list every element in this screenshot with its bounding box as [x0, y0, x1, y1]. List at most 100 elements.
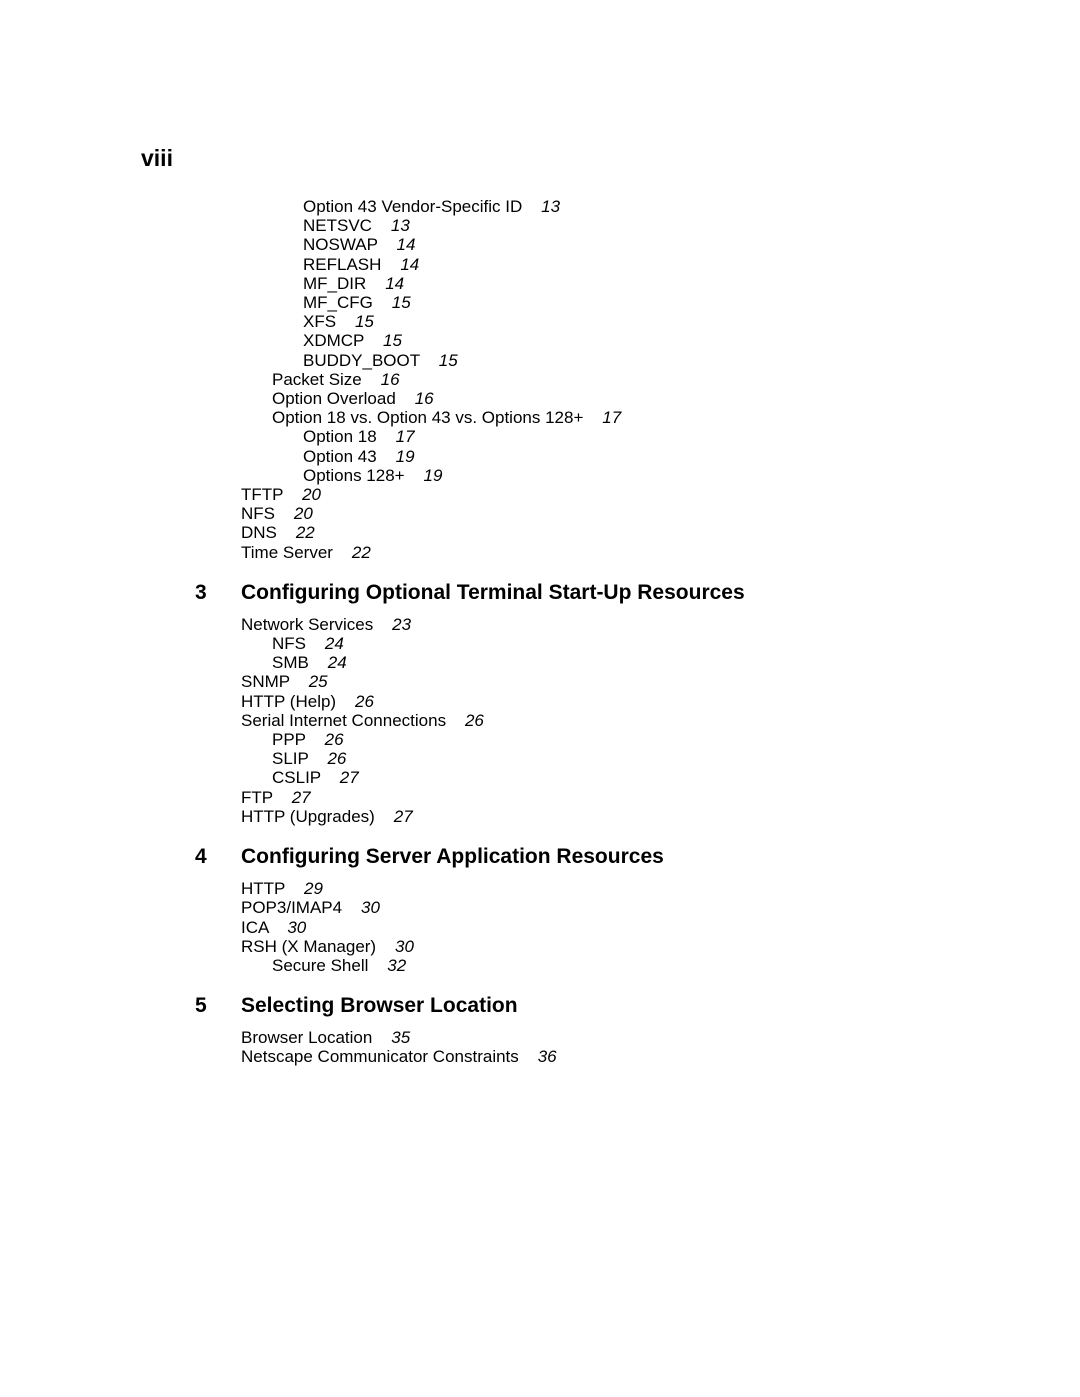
toc-entry-page: 13	[391, 216, 410, 235]
toc-entry: Serial Internet Connections 26	[241, 711, 941, 730]
toc-entry-label: XDMCP	[303, 331, 364, 350]
toc-entry: TFTP 20	[241, 485, 941, 504]
toc-entry-page: 16	[415, 389, 434, 408]
toc-entry-label: SNMP	[241, 672, 290, 691]
toc-section: 3Configuring Optional Terminal Start-Up …	[241, 581, 941, 826]
toc-entry-label: Option 43 Vendor-Specific ID	[303, 197, 522, 216]
toc-entry-page: 30	[395, 937, 414, 956]
toc-entry: SNMP 25	[241, 672, 941, 691]
toc-entry-label: CSLIP	[272, 768, 321, 787]
toc-entry-label: Netscape Communicator Constraints	[241, 1047, 519, 1066]
toc-entry: NOSWAP 14	[241, 235, 941, 254]
toc-entry-label: HTTP (Help)	[241, 692, 336, 711]
toc-entry: HTTP 29	[241, 879, 941, 898]
toc-entry-page: 30	[287, 918, 306, 937]
toc-entry-label: HTTP (Upgrades)	[241, 807, 375, 826]
toc-entry: Option Overload 16	[241, 389, 941, 408]
toc-entry: Option 43 19	[241, 447, 941, 466]
toc-entry-page: 27	[340, 768, 359, 787]
toc-entry-page: 15	[439, 351, 458, 370]
toc-entry-page: 19	[396, 447, 415, 466]
toc-section-entries: HTTP 29POP3/IMAP4 30ICA 30RSH (X Manager…	[241, 877, 941, 975]
toc-entry: HTTP (Help) 26	[241, 692, 941, 711]
toc-entry: FTP 27	[241, 788, 941, 807]
toc-entry-page: 15	[383, 331, 402, 350]
toc-entry-page: 14	[397, 235, 416, 254]
toc-entry-page: 17	[602, 408, 621, 427]
toc-entry-page: 29	[304, 879, 323, 898]
toc-entry: POP3/IMAP4 30	[241, 898, 941, 917]
toc-entry-page: 13	[541, 197, 560, 216]
toc-entry-page: 26	[325, 730, 344, 749]
toc-entry: PPP 26	[241, 730, 941, 749]
toc-entry: Option 18 vs. Option 43 vs. Options 128+…	[241, 408, 941, 427]
toc-entry-page: 20	[302, 485, 321, 504]
toc-entry: ICA 30	[241, 918, 941, 937]
toc-section-header: 5Selecting Browser Location	[241, 994, 941, 1018]
toc-entry: Browser Location 35	[241, 1028, 941, 1047]
toc-entry-label: NETSVC	[303, 216, 372, 235]
toc-entry-label: NFS	[241, 504, 275, 523]
toc-entry-label: Option 43	[303, 447, 377, 466]
toc-entry-page: 25	[309, 672, 328, 691]
page-number: viii	[141, 145, 173, 172]
toc-entry: XDMCP 15	[241, 331, 941, 350]
toc-entry: Options 128+ 19	[241, 466, 941, 485]
toc-entry-page: 19	[424, 466, 443, 485]
toc-section-entries: Browser Location 35Netscape Communicator…	[241, 1026, 941, 1066]
toc-entry-label: ICA	[241, 918, 268, 937]
toc-entry: NFS 20	[241, 504, 941, 523]
toc-entry-label: Options 128+	[303, 466, 405, 485]
toc-section-title: Configuring Server Application Resources	[241, 845, 664, 869]
toc-entry-page: 23	[392, 615, 411, 634]
toc-entry-page: 24	[325, 634, 344, 653]
toc-entry-page: 20	[294, 504, 313, 523]
toc-entry-page: 22	[352, 543, 371, 562]
toc-entry-page: 15	[392, 293, 411, 312]
toc-section: 5Selecting Browser Location Browser Locat…	[241, 994, 941, 1066]
toc-entry-label: TFTP	[241, 485, 283, 504]
toc-entry-label: Secure Shell	[272, 956, 368, 975]
toc-entry-label: BUDDY_BOOT	[303, 351, 420, 370]
toc-entry: MF_CFG 15	[241, 293, 941, 312]
toc-entry-label: NFS	[272, 634, 306, 653]
toc-entry-label: RSH (X Manager)	[241, 937, 376, 956]
toc-entry-page: 14	[385, 274, 404, 293]
toc-entry-page: 22	[296, 523, 315, 542]
toc-entry: SMB 24	[241, 653, 941, 672]
toc-entry: DNS 22	[241, 523, 941, 542]
toc-entry: XFS 15	[241, 312, 941, 331]
toc-section-number: 3	[195, 581, 241, 605]
toc-entry: NFS 24	[241, 634, 941, 653]
toc-entry: Option 18 17	[241, 427, 941, 446]
toc-section-entries: Network Services 23NFS 24SMB 24SNMP 25HT…	[241, 613, 941, 826]
toc-entry-label: Network Services	[241, 615, 373, 634]
toc-entry-page: 30	[361, 898, 380, 917]
toc-entry-page: 24	[328, 653, 347, 672]
toc-entry: Netscape Communicator Constraints 36	[241, 1047, 941, 1066]
toc-entry-page: 35	[391, 1028, 410, 1047]
toc-entry-label: HTTP	[241, 879, 285, 898]
toc-entry: RSH (X Manager) 30	[241, 937, 941, 956]
toc-entry-page: 32	[387, 956, 406, 975]
toc-entry: REFLASH 14	[241, 255, 941, 274]
toc-entry: Time Server 22	[241, 543, 941, 562]
toc-entry: BUDDY_BOOT 15	[241, 351, 941, 370]
toc-entry: HTTP (Upgrades) 27	[241, 807, 941, 826]
toc-entry: CSLIP 27	[241, 768, 941, 787]
toc-entry: NETSVC 13	[241, 216, 941, 235]
toc-section-number: 4	[195, 845, 241, 869]
toc-entry: SLIP 26	[241, 749, 941, 768]
toc-entry-label: FTP	[241, 788, 273, 807]
toc-section-title: Configuring Optional Terminal Start-Up R…	[241, 581, 745, 605]
toc-section-title: Selecting Browser Location	[241, 994, 518, 1018]
toc-entry-label: SLIP	[272, 749, 309, 768]
toc-page: viii Option 43 Vendor-Specific ID 13NETS…	[0, 0, 1080, 1397]
toc-entry: MF_DIR 14	[241, 274, 941, 293]
toc-entry: Packet Size 16	[241, 370, 941, 389]
toc-entry-label: NOSWAP	[303, 235, 378, 254]
toc-entry-label: Packet Size	[272, 370, 362, 389]
toc-entry-label: Option Overload	[272, 389, 396, 408]
toc-entry-page: 16	[381, 370, 400, 389]
toc-entry-label: Browser Location	[241, 1028, 372, 1047]
